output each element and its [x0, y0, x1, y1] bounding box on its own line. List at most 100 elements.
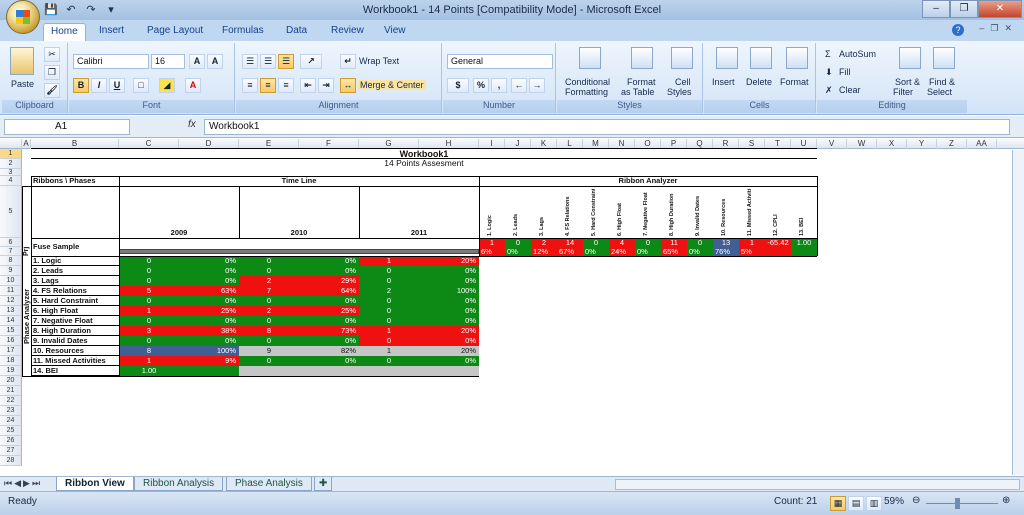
fill-icon[interactable]: ⬇ [825, 67, 833, 78]
analyzer-percent[interactable] [791, 247, 817, 256]
column-header[interactable]: V [817, 139, 847, 149]
decrease-decimal-icon[interactable]: → [529, 78, 545, 93]
row-header[interactable]: 8 [0, 256, 22, 266]
minimize-button[interactable]: – [922, 0, 950, 18]
format-as-table-icon[interactable] [631, 47, 653, 69]
zoom-out-icon[interactable]: ⊖ [912, 495, 920, 506]
timeline-percent[interactable]: 25% [299, 306, 359, 316]
orientation-icon[interactable]: ↗ [300, 54, 322, 69]
timeline-percent[interactable]: 0% [299, 336, 359, 346]
progress-bar[interactable] [119, 249, 479, 254]
new-sheet-icon[interactable]: ✚ [314, 477, 333, 491]
analyzer-column-header[interactable]: 9. Invalid Dates [695, 189, 706, 236]
select-all-corner[interactable] [0, 139, 22, 149]
fuse-sample-label[interactable]: Fuse Sample [31, 238, 119, 256]
timeline-percent[interactable]: 0% [419, 276, 479, 286]
format-cells-icon[interactable] [786, 47, 808, 69]
page-break-view-icon[interactable]: ▥ [866, 496, 882, 511]
year-header[interactable]: 2010 [239, 186, 359, 238]
phase-row-label[interactable]: 6. High Float [31, 306, 119, 316]
analyzer-percent[interactable]: 5% [739, 247, 765, 256]
autosum-icon[interactable]: Σ [825, 49, 831, 59]
underline-button[interactable]: U [109, 78, 125, 93]
timeline-percent[interactable]: 0% [179, 336, 239, 346]
copy-icon[interactable]: ❐ [44, 65, 60, 80]
phase-analyzer-label[interactable]: Phase Analyzer [22, 256, 31, 376]
align-right-icon[interactable]: ≡ [278, 78, 294, 93]
timeline-count[interactable]: 0 [239, 356, 299, 366]
vertical-scrollbar[interactable] [1012, 150, 1024, 475]
close-button[interactable]: ✕ [978, 0, 1022, 18]
analyzer-count[interactable]: 1 [739, 238, 765, 247]
timeline-count[interactable]: 9 [239, 346, 299, 356]
format-cells-button[interactable]: Format [780, 77, 809, 87]
analyzer-count[interactable]: 0 [583, 238, 609, 247]
analyzer-count[interactable]: 11 [661, 238, 687, 247]
timeline-count[interactable]: 1 [359, 256, 419, 266]
column-header[interactable]: Z [937, 139, 967, 149]
analyzer-percent[interactable]: 67% [557, 247, 583, 256]
timeline-percent[interactable]: 25% [179, 306, 239, 316]
timeline-percent[interactable] [179, 366, 239, 376]
row-header[interactable]: 16 [0, 336, 22, 346]
sheet-tab-phase-analysis[interactable]: Phase Analysis [226, 477, 312, 491]
timeline-percent[interactable]: 0% [299, 256, 359, 266]
timeline-percent[interactable]: 100% [419, 286, 479, 296]
timeline-percent[interactable]: 64% [299, 286, 359, 296]
paste-button[interactable]: Paste [11, 79, 34, 89]
tab-page-layout[interactable]: Page Layout [140, 23, 210, 41]
percent-button[interactable]: % [473, 78, 489, 93]
analyzer-count[interactable]: 4 [609, 238, 635, 247]
sort-filter-button-line2[interactable]: Filter [893, 87, 913, 97]
row-header[interactable]: 17 [0, 346, 22, 356]
timeline-count[interactable]: 5 [119, 286, 179, 296]
timeline-count[interactable]: 0 [119, 276, 179, 286]
wrap-text-button[interactable]: Wrap Text [359, 56, 399, 66]
tab-formulas[interactable]: Formulas [215, 23, 271, 41]
timeline-count[interactable]: 0 [239, 336, 299, 346]
timeline-percent[interactable]: 82% [299, 346, 359, 356]
analyzer-percent[interactable]: 0% [687, 247, 713, 256]
bold-button[interactable]: B [73, 78, 89, 93]
analyzer-column-header[interactable]: 5. Hard Constraint [591, 189, 602, 236]
increase-decimal-icon[interactable]: ← [511, 78, 527, 93]
timeline-percent[interactable]: 0% [179, 266, 239, 276]
row-header[interactable]: 9 [0, 266, 22, 276]
wrap-text-icon[interactable]: ↵ [340, 54, 356, 69]
phase-row-label[interactable]: 7. Negative Float [31, 316, 119, 326]
fill-button[interactable]: Fill [839, 67, 851, 77]
find-select-icon[interactable] [933, 47, 955, 69]
insert-cells-button[interactable]: Insert [712, 77, 735, 87]
sort-filter-icon[interactable] [899, 47, 921, 69]
row-header[interactable]: 26 [0, 436, 22, 446]
row-header[interactable]: 11 [0, 286, 22, 296]
analyzer-count[interactable]: -65.42 [765, 238, 791, 247]
column-header[interactable]: A [22, 139, 31, 149]
year-header[interactable]: 2009 [119, 186, 239, 238]
phase-row-label[interactable]: 2. Leads [31, 266, 119, 276]
shrink-font-icon[interactable]: A [207, 54, 223, 69]
insert-function-button[interactable]: fx [188, 119, 196, 130]
phase-row-label[interactable]: 4. FS Relations [31, 286, 119, 296]
analyzer-column-header[interactable]: 11. Missed Activities [747, 189, 758, 236]
timeline-percent[interactable] [419, 366, 479, 376]
grow-font-icon[interactable]: A [189, 54, 205, 69]
timeline-count[interactable]: 0 [359, 306, 419, 316]
row-header[interactable]: 4 [0, 176, 22, 186]
cut-icon[interactable]: ✂ [44, 47, 60, 62]
timeline-percent[interactable]: 100% [179, 346, 239, 356]
timeline-percent[interactable]: 9% [179, 356, 239, 366]
phase-row-label[interactable]: 11. Missed Activities [31, 356, 119, 366]
row-header[interactable]: 22 [0, 396, 22, 406]
timeline-count[interactable]: 1 [119, 306, 179, 316]
analyzer-column-header[interactable]: 12. CPLI [773, 189, 784, 236]
timeline-count[interactable]: 0 [359, 276, 419, 286]
timeline-percent[interactable]: 73% [299, 326, 359, 336]
maximize-button[interactable]: ❐ [950, 0, 978, 18]
zoom-slider[interactable] [926, 503, 998, 504]
analyzer-count[interactable]: 0 [635, 238, 661, 247]
analyzer-percent[interactable] [765, 247, 791, 256]
sort-filter-button[interactable]: Sort & [895, 77, 920, 87]
fill-color-icon[interactable]: ◢ [159, 78, 175, 93]
timeline-percent[interactable]: 0% [179, 276, 239, 286]
